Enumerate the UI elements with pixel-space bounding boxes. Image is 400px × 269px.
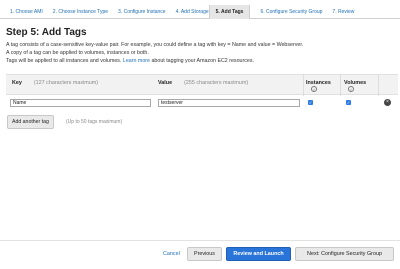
wizard-step-review[interactable]: 7. Review	[322, 5, 354, 19]
add-another-tag-button[interactable]: Add another tag	[7, 115, 54, 129]
key-header-hint: (127 characters maximum)	[33, 80, 98, 86]
instances-column-header: Instances	[306, 80, 331, 86]
tags-table: Key (127 characters maximum) Value (255 ch…	[6, 74, 398, 109]
wizard-step-security-group[interactable]: 6. Configure Security Group	[250, 5, 322, 19]
remove-tag-button[interactable]: ×	[384, 99, 391, 106]
description-prefix: Tags will be applied to all instances an…	[6, 58, 122, 64]
key-header-label: Key	[12, 80, 22, 86]
column-divider	[340, 75, 341, 96]
description-line-1: A tag consists of a case-sensitive key-v…	[6, 42, 304, 48]
footer-divider	[0, 240, 400, 241]
cancel-link[interactable]: Cancel	[163, 251, 180, 257]
wizard-step-add-storage[interactable]: 4. Add Storage	[166, 5, 209, 19]
description-suffix: about tagging your Amazon EC2 resources.	[151, 58, 254, 64]
instances-info-icon[interactable]: i	[311, 86, 317, 92]
column-divider	[378, 75, 379, 96]
wizard-step-instance-type[interactable]: 2. Choose Instance Type	[43, 5, 108, 19]
tags-table-header: Key (127 characters maximum) Value (255 ch…	[6, 74, 398, 96]
next-security-group-button[interactable]: Next: Configure Security Group	[295, 247, 394, 261]
wizard-step-add-tags[interactable]: 5. Add Tags	[208, 5, 251, 19]
value-header-hint: (255 characters maximum)	[184, 80, 249, 86]
value-column-header: Value (255 characters maximum)	[158, 80, 248, 86]
instances-checkbox[interactable]: ✓	[308, 100, 313, 105]
review-and-launch-button[interactable]: Review and Launch	[226, 247, 291, 261]
description-line-2: A copy of a tag can be applied to volume…	[6, 50, 149, 56]
tag-key-input[interactable]: Name	[10, 99, 151, 107]
value-header-label: Value	[158, 80, 173, 86]
key-column-header: Key (127 characters maximum)	[12, 80, 98, 86]
tag-row: Name testserver ✓ ✓ ×	[6, 95, 398, 109]
volumes-info-icon[interactable]: i	[348, 86, 354, 92]
volumes-checkbox[interactable]: ✓	[346, 100, 351, 105]
previous-button[interactable]: Previous	[187, 247, 222, 261]
wizard-steps: 1. Choose AMI 2. Choose Instance Type 3.…	[0, 5, 400, 19]
volumes-column-header: Volumes	[344, 80, 367, 86]
learn-more-link[interactable]: Learn more	[123, 58, 150, 64]
page-title: Step 5: Add Tags	[6, 27, 87, 38]
wizard-step-choose-ami[interactable]: 1. Choose AMI	[0, 5, 43, 19]
add-tag-limit-hint: (Up to 50 tags maximum)	[66, 119, 123, 125]
description-line-3: Tags will be applied to all instances an…	[6, 58, 254, 64]
column-divider	[303, 75, 304, 96]
wizard-step-configure-instance[interactable]: 3. Configure Instance	[108, 5, 166, 19]
tag-value-input[interactable]: testserver	[158, 99, 300, 107]
